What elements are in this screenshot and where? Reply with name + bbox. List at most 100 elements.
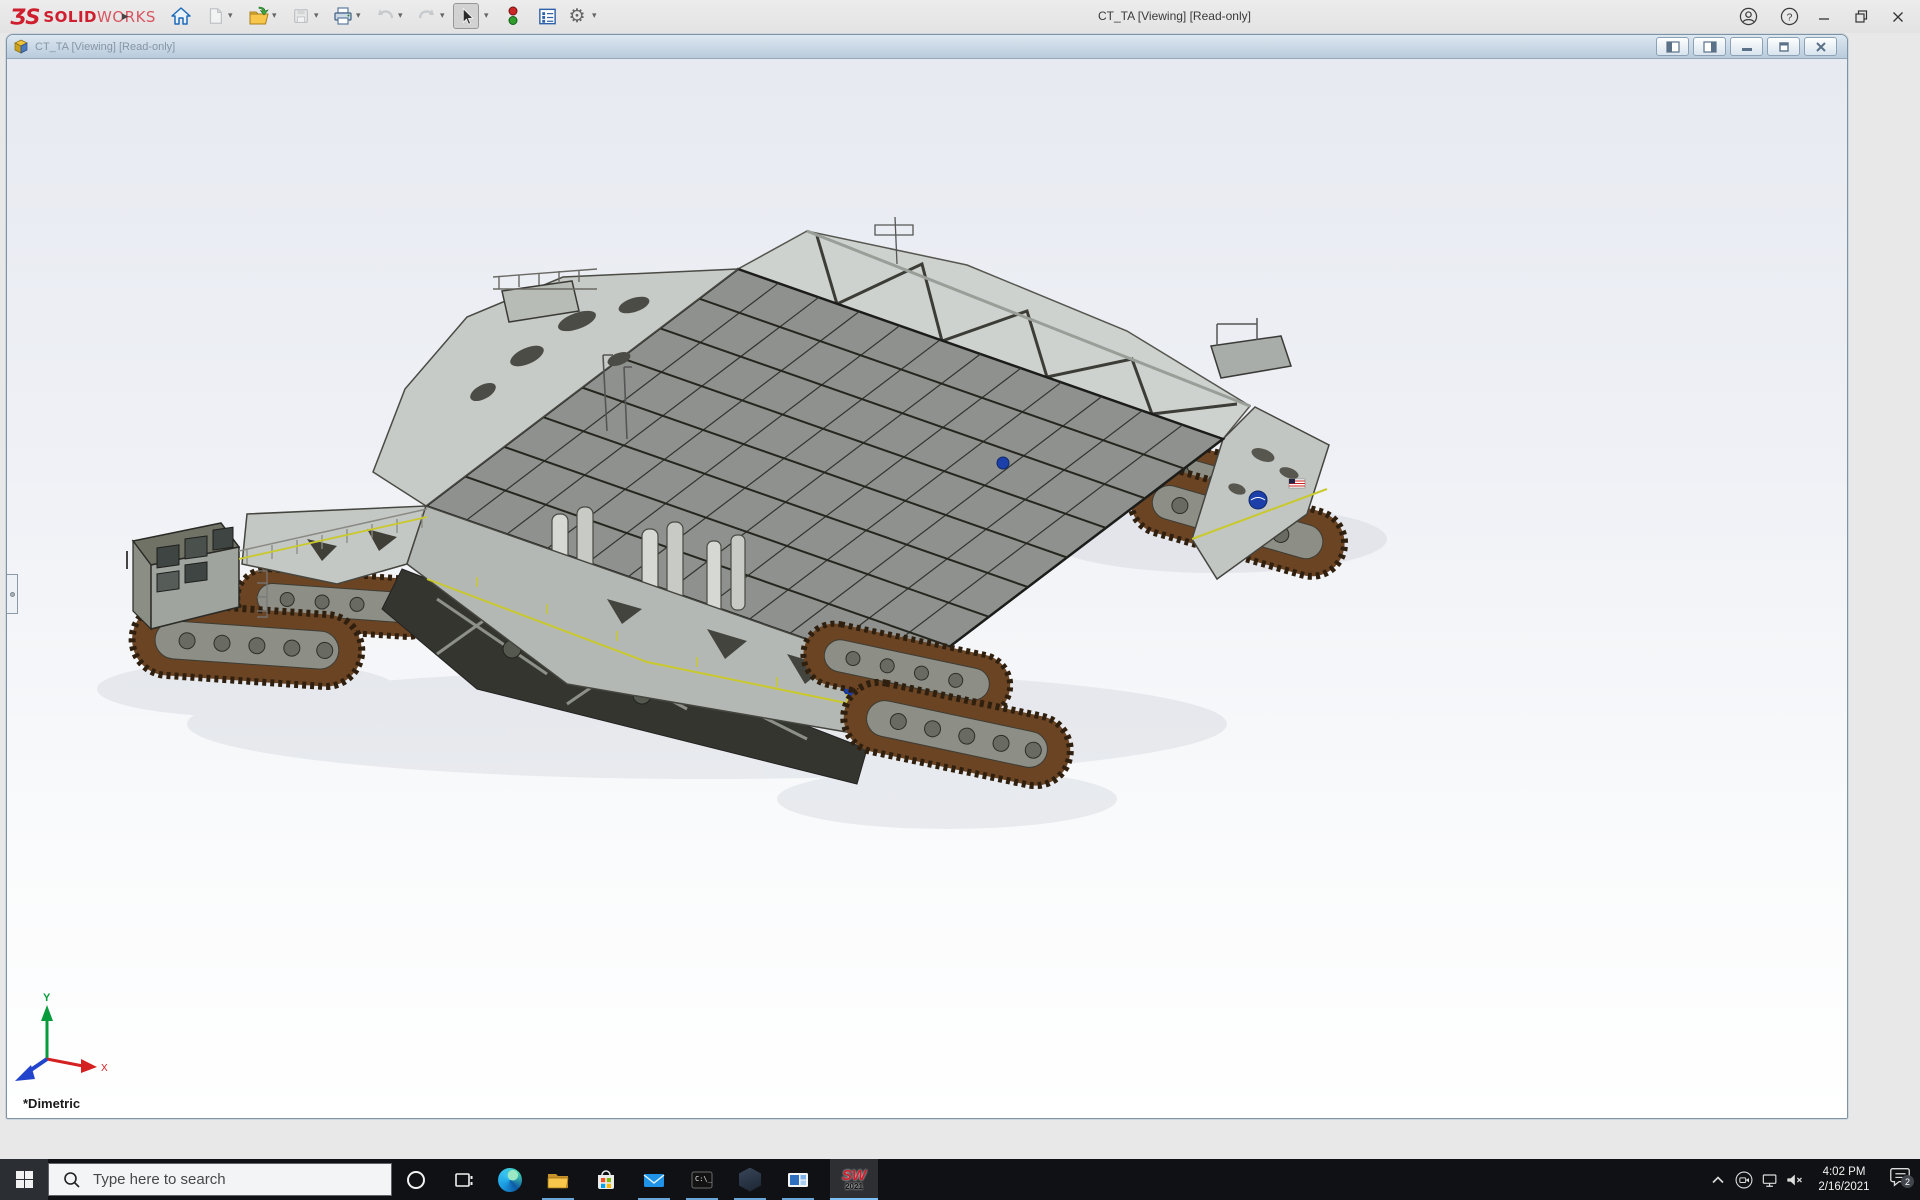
volume-button[interactable] [1781, 1159, 1807, 1200]
open-caret-icon[interactable]: ▾ [272, 10, 277, 21]
undo-button [372, 3, 398, 29]
menu-expand-arrow-icon[interactable]: ▸ [122, 8, 129, 24]
taskbar-app-edge[interactable] [486, 1159, 534, 1200]
save-button [288, 3, 314, 29]
solidworks-logo: ƷS SOLID WORKS [10, 5, 156, 29]
help-button[interactable]: ? [1774, 4, 1804, 29]
help-icon: ? [1780, 7, 1799, 26]
document-minimize-icon [1740, 41, 1754, 53]
open-button[interactable] [245, 3, 271, 29]
home-icon [170, 5, 192, 27]
undo-icon [374, 5, 396, 27]
app-titlebar: ƷS SOLID WORKS ▸ ▾ ▾ ▾ [0, 0, 1920, 33]
svg-text:?: ? [1786, 12, 1792, 23]
collapse-left-pane-icon [1665, 41, 1681, 53]
taskbar-search[interactable] [48, 1163, 392, 1196]
close-button[interactable] [1883, 4, 1913, 29]
collapse-right-pane-icon [1702, 41, 1718, 53]
nasa-meatball-right [1249, 491, 1267, 509]
open-icon [247, 5, 269, 27]
home-button[interactable] [168, 3, 194, 29]
edge-icon [498, 1168, 522, 1192]
checklist-button[interactable] [534, 3, 560, 29]
network-icon [1760, 1170, 1780, 1190]
options-caret-icon[interactable]: ▾ [592, 10, 597, 21]
document-title: CT_TA [Viewing] [Read-only] [35, 41, 175, 53]
taskbar-app-mail[interactable] [630, 1159, 678, 1200]
clock-date: 2/16/2021 [1806, 1180, 1882, 1195]
solidworks-logo-mark: ƷS [10, 5, 39, 29]
search-icon [63, 1171, 81, 1189]
restore-icon [1854, 9, 1869, 24]
meet-now-button[interactable] [1731, 1159, 1757, 1200]
redo-button [414, 3, 440, 29]
volume-muted-icon [1784, 1170, 1804, 1190]
notification-badge: 2 [1901, 1175, 1914, 1188]
options-gear-button[interactable]: ⚙ [564, 3, 590, 29]
redo-caret-icon: ▾ [440, 10, 445, 21]
nasa-meatball-mid [997, 457, 1009, 469]
stoplight-button[interactable] [500, 3, 526, 29]
new-document-icon [205, 6, 225, 26]
taskbar-clock[interactable]: 4:02 PM 2/16/2021 [1806, 1159, 1882, 1200]
window-app-icon [785, 1167, 811, 1193]
restore-button[interactable] [1846, 4, 1876, 29]
gear-icon: ⚙ [568, 5, 585, 28]
document-restore-icon [1777, 41, 1791, 53]
network-button[interactable] [1757, 1159, 1783, 1200]
windows-logo-icon [16, 1171, 33, 1188]
collapse-right-pane-button[interactable] [1693, 37, 1726, 56]
app-title: CT_TA [Viewing] [Read-only] [1098, 9, 1251, 23]
print-caret-icon[interactable]: ▾ [356, 10, 361, 21]
new-document-button [202, 3, 228, 29]
clock-time: 4:02 PM [1806, 1165, 1882, 1180]
feature-pane-splitter[interactable] [7, 574, 18, 614]
crawler-transporter-model [7, 59, 1847, 1119]
new-document-caret-icon[interactable]: ▾ [228, 10, 233, 21]
search-input[interactable] [93, 1171, 373, 1188]
taskbar-app-hexagon[interactable] [726, 1159, 774, 1200]
taskbar-app-solidworks[interactable]: SW 2021 [830, 1159, 878, 1200]
close-icon [1891, 10, 1905, 24]
taskbar-app-store[interactable] [582, 1159, 630, 1200]
store-icon [593, 1167, 619, 1193]
meet-now-camera-icon [1734, 1170, 1754, 1190]
print-button[interactable] [330, 3, 356, 29]
select-cursor-icon [456, 6, 476, 26]
mail-icon [641, 1167, 667, 1193]
document-restore-button[interactable] [1767, 37, 1800, 56]
tray-chevron-button[interactable] [1705, 1159, 1731, 1200]
save-caret-icon: ▾ [314, 10, 319, 21]
task-view-icon [453, 1169, 475, 1191]
redo-icon [416, 5, 438, 27]
collapse-left-pane-button[interactable] [1656, 37, 1689, 56]
account-button[interactable] [1733, 4, 1763, 29]
task-view-button[interactable] [440, 1159, 488, 1200]
minimize-button[interactable] [1809, 4, 1839, 29]
rear-right-structure [1211, 318, 1291, 378]
assembly-icon [13, 39, 29, 55]
document-minimize-button[interactable] [1730, 37, 1763, 56]
cortana-icon [405, 1169, 427, 1191]
minimize-icon [1817, 10, 1831, 24]
start-button[interactable] [0, 1159, 48, 1200]
notification-center-button[interactable]: 2 [1884, 1159, 1916, 1200]
taskbar-app-window[interactable] [774, 1159, 822, 1200]
terminal-icon: C:\_ [689, 1167, 715, 1193]
us-flag-right [1289, 479, 1305, 488]
undo-caret-icon: ▾ [398, 10, 403, 21]
document-titlebar[interactable]: CT_TA [Viewing] [Read-only] [7, 35, 1847, 59]
splitter-dot-icon [10, 592, 15, 597]
taskbar-app-file-explorer[interactable] [534, 1159, 582, 1200]
graphics-viewport[interactable]: Y X *Dimetric [7, 59, 1847, 1119]
document-window-buttons [1656, 37, 1837, 56]
hexagon-app-icon [739, 1168, 761, 1192]
taskbar-app-terminal[interactable]: C:\_ [678, 1159, 726, 1200]
checklist-icon [537, 6, 558, 27]
select-tool-button[interactable] [453, 3, 479, 29]
cortana-button[interactable] [392, 1159, 440, 1200]
document-close-button[interactable] [1804, 37, 1837, 56]
select-tool-caret-icon[interactable]: ▾ [484, 10, 489, 21]
solidworks-taskbar-icon: SW 2021 [842, 1168, 866, 1191]
svg-text:C:\_: C:\_ [695, 1175, 713, 1183]
